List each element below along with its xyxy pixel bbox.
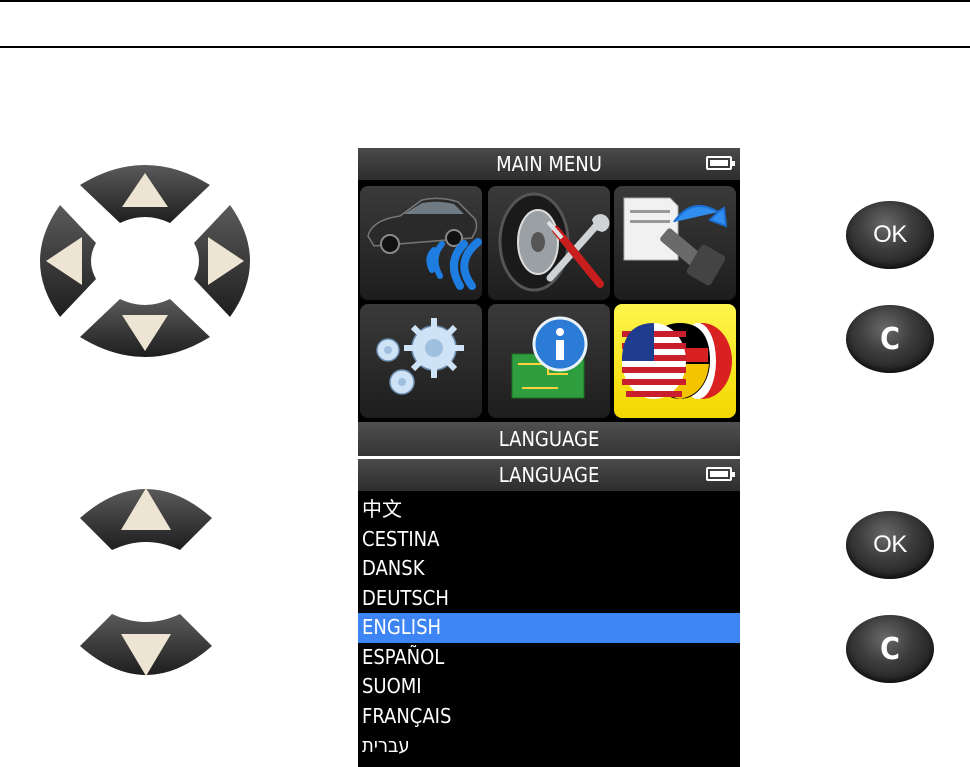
language-item-selected[interactable]: ENGLISH	[358, 613, 740, 643]
up-arrow-button[interactable]	[80, 165, 210, 223]
language-flags-icon	[622, 323, 732, 399]
language-item[interactable]: DEUTSCH	[358, 584, 740, 614]
battery-icon	[706, 156, 735, 170]
tile-language[interactable]	[614, 304, 736, 418]
ok-button[interactable]: OK	[846, 511, 934, 579]
tile-car-signal[interactable]	[360, 186, 482, 300]
ok-label: OK	[873, 531, 907, 558]
car-signal-icon	[367, 197, 482, 290]
right-arrow-button[interactable]	[194, 205, 250, 317]
main-menu-title: MAIN MENU	[358, 148, 740, 180]
language-item[interactable]: עברית	[358, 731, 740, 761]
down-arrow-button[interactable]	[80, 299, 210, 357]
down-button[interactable]	[76, 610, 216, 690]
info-board-icon	[511, 316, 588, 399]
ok-button[interactable]: OK	[846, 201, 934, 269]
language-item[interactable]: FRANÇAIS	[358, 702, 740, 732]
cancel-label: C	[880, 321, 900, 357]
tile-settings[interactable]	[360, 304, 482, 418]
sensor-download-icon	[623, 197, 728, 286]
up-button[interactable]	[76, 474, 216, 554]
direction-pad	[30, 155, 260, 367]
cancel-label: C	[880, 631, 900, 667]
language-item[interactable]: 中文	[358, 495, 740, 525]
top-rule	[0, 0, 970, 2]
header-rule	[0, 46, 970, 48]
settings-gears-icon	[376, 318, 464, 395]
language-screen: LANGUAGE 中文 CESTINA DANSK DEUTSCH ENGLIS…	[358, 459, 740, 767]
language-item[interactable]: ESPAÑOL	[358, 643, 740, 673]
language-title: LANGUAGE	[358, 459, 740, 491]
tile-tire-tools[interactable]	[488, 186, 610, 300]
ok-label: OK	[873, 221, 907, 248]
left-arrow-button[interactable]	[40, 205, 96, 317]
tile-information[interactable]	[488, 304, 610, 418]
battery-icon	[706, 467, 735, 481]
language-item[interactable]: CESTINA	[358, 525, 740, 555]
selected-item-label: LANGUAGE	[358, 422, 740, 456]
cancel-button[interactable]: C	[846, 305, 934, 373]
tile-sensor-download[interactable]	[614, 186, 736, 300]
main-menu-screen: MAIN MENU LANGUAGE	[358, 148, 740, 456]
tire-tools-icon	[498, 192, 610, 292]
cancel-button[interactable]: C	[846, 615, 934, 683]
language-item[interactable]: SUOMI	[358, 672, 740, 702]
language-list: 中文 CESTINA DANSK DEUTSCH ENGLISH ESPAÑOL…	[358, 495, 740, 761]
language-item[interactable]: DANSK	[358, 554, 740, 584]
